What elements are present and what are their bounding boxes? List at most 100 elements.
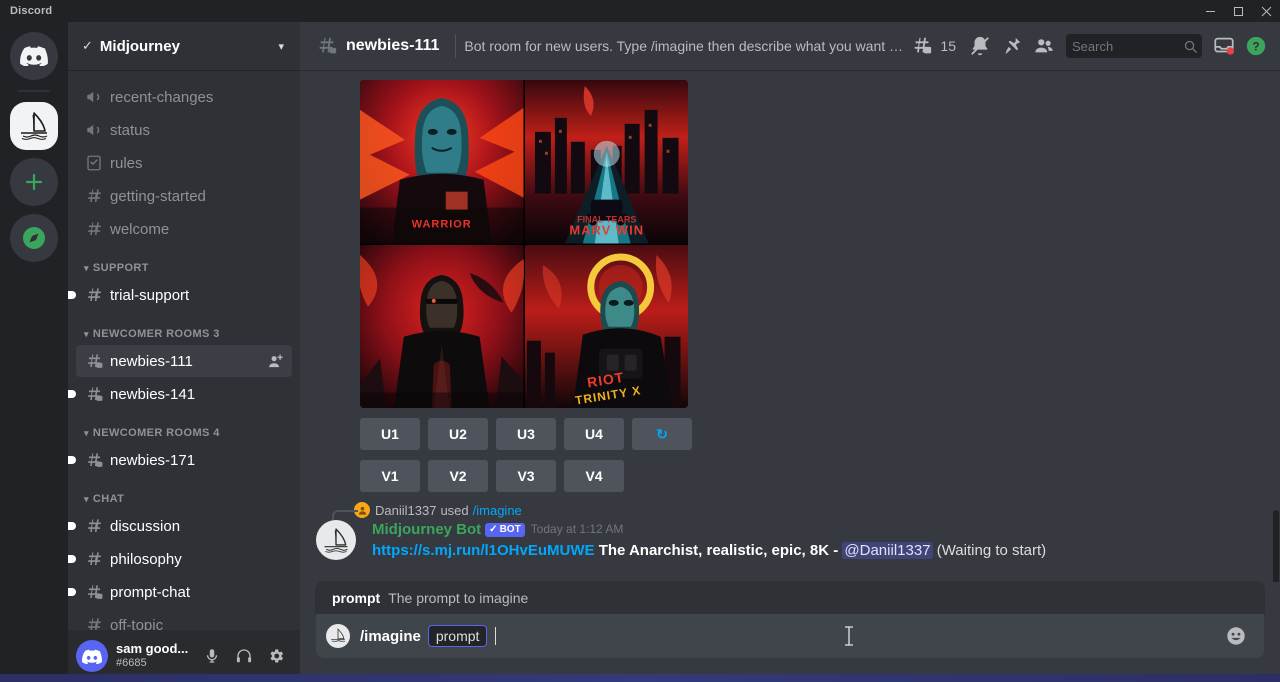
sidebar-channel-philosophy[interactable]: philosophy [76,543,292,575]
channel-category-chat[interactable]: ▾CHAT [68,477,300,509]
channel-topic[interactable]: Bot room for new users. Type /imagine th… [464,38,906,54]
message-scrollbar[interactable] [1272,70,1280,582]
pinned-messages-button[interactable] [996,30,1028,62]
command-reference[interactable]: Daniil1337 used /imagine [354,502,1232,518]
rail-item-home[interactable] [10,32,58,80]
rail-item-add-server[interactable] [10,158,58,206]
message-scroll-area[interactable]: WARRIOR [300,70,1280,582]
add-member-icon[interactable] [267,353,284,370]
message-timestamp: Today at 1:12 AM [531,522,624,538]
threads-button[interactable] [906,30,938,62]
deafen-button[interactable] [228,640,260,672]
sidebar-channel-status[interactable]: status [76,114,292,146]
channel-label: newbies-171 [110,452,284,469]
channel-label: newbies-111 [110,353,267,370]
rules-icon [84,153,104,173]
image-attachment-block: WARRIOR [300,70,1280,408]
composer-actions [1224,624,1248,648]
sidebar-channel-recent-changes[interactable]: recent-changes [76,81,292,113]
avatar[interactable] [76,640,108,672]
help-button[interactable]: ? [1240,30,1272,62]
channel-category-support[interactable]: ▾SUPPORT [68,246,300,278]
sidebar-channel-getting-started[interactable]: getting-started [76,180,292,212]
guild-header[interactable]: ✓ Midjourney ▾ [68,22,300,70]
hash-thread-icon [84,351,104,371]
sidebar-channel-newbies-171[interactable]: newbies-171 [76,444,292,476]
announcement-icon [84,120,104,140]
minimize-button[interactable] [1196,0,1224,22]
mj-button-v2[interactable]: V2 [428,460,488,492]
hash-icon [84,549,104,569]
title-bar: Discord [0,0,1280,22]
user-info[interactable]: sam good... #6685 [116,642,196,670]
chevron-down-icon: ▾ [84,329,89,340]
rail-item-explore[interactable] [10,214,58,262]
slash-command-token: /imagine [360,628,421,645]
search-box[interactable] [1066,34,1202,58]
channel-label: welcome [110,221,284,238]
sidebar-channel-discussion[interactable]: discussion [76,510,292,542]
emoji-picker-button[interactable] [1224,624,1248,648]
image-tile-3[interactable] [360,245,524,409]
user-settings-button[interactable] [260,640,292,672]
channel-category-newcomer-rooms-4[interactable]: ▾NEWCOMER ROOMS 4 [68,411,300,443]
sidebar-channel-rules[interactable]: rules [76,147,292,179]
bell-muted-icon [969,35,991,57]
discord-logo-icon [82,649,102,664]
message-header: Midjourney Bot ✓ BOT Today at 1:12 AM [372,520,1232,540]
channel-category-newcomer-rooms-3[interactable]: ▾ NEWCOMER ROOMS 3 [68,312,300,344]
user-name: sam good... [116,642,196,657]
mj-button-u2[interactable]: U2 [428,418,488,450]
variation-button-row: V1V2V3V4 [300,450,1280,492]
scrollbar-thumb[interactable] [1273,510,1279,582]
sidebar-channel-prompt-chat[interactable]: prompt-chat [76,576,292,608]
member-list-button[interactable] [1028,30,1060,62]
sidebar-channel-trial-support[interactable]: trial-support [76,279,292,311]
generation-status: (Waiting to start) [937,542,1046,559]
command-option-name: prompt [332,590,380,606]
message-author[interactable]: Midjourney Bot [372,520,481,540]
app-title: Discord [0,5,52,17]
command-argument-chip[interactable]: prompt [429,626,487,646]
prompt-image-link[interactable]: https://s.mj.run/l1OHvEuMUWE [372,542,595,559]
poster-art-2: FINAL TEARS MARV WIN [525,80,689,244]
user-mention[interactable]: @Daniil1337 [842,542,932,559]
rail-item-midjourney[interactable] [10,102,58,150]
mouse-text-cursor [844,626,846,644]
channel-title: newbies-111 [346,37,439,55]
maximize-button[interactable] [1224,0,1252,22]
notification-settings-button[interactable] [964,30,996,62]
image-tile-2[interactable]: FINAL TEARS MARV WIN [525,80,689,244]
mj-button-v1[interactable]: V1 [360,460,420,492]
search-input[interactable] [1072,39,1183,54]
image-tile-1[interactable]: WARRIOR [360,80,524,244]
pin-icon [1001,35,1023,57]
avatar[interactable] [316,520,356,560]
threads-icon [911,35,933,57]
thread-count: 15 [940,38,956,54]
mj-button-v4[interactable]: V4 [564,460,624,492]
header-actions: 15 [906,30,1272,62]
message-input-box[interactable]: /imagine prompt [316,614,1264,658]
microphone-icon [203,647,221,665]
mj-button-u1[interactable]: U1 [360,418,420,450]
members-icon [1033,35,1055,57]
mj-button-v3[interactable]: V3 [496,460,556,492]
command-invoker: Daniil1337 [375,503,436,518]
svg-text:WARRIOR: WARRIOR [412,219,472,231]
sidebar-channel-off-topic[interactable]: off-topic [76,609,292,630]
category-label: NEWCOMER ROOMS 3 [93,328,220,340]
command-name[interactable]: /imagine [473,503,522,518]
mj-button-reroll[interactable]: ↻ [632,418,692,450]
inbox-button[interactable] [1208,30,1240,62]
mute-button[interactable] [196,640,228,672]
mj-button-u3[interactable]: U3 [496,418,556,450]
image-tile-4[interactable]: RIOT TRINITY X [525,245,689,409]
sidebar-channel-welcome[interactable]: welcome [76,213,292,245]
sidebar-channel-newbies-141[interactable]: newbies-141 [76,378,292,410]
message-content: https://s.mj.run/l1OHvEuMUWE The Anarchi… [372,541,1232,562]
midjourney-image-grid[interactable]: WARRIOR [360,80,688,408]
mj-button-u4[interactable]: U4 [564,418,624,450]
sidebar-channel-newbies-111[interactable]: newbies-111 [76,345,292,377]
close-button[interactable] [1252,0,1280,22]
